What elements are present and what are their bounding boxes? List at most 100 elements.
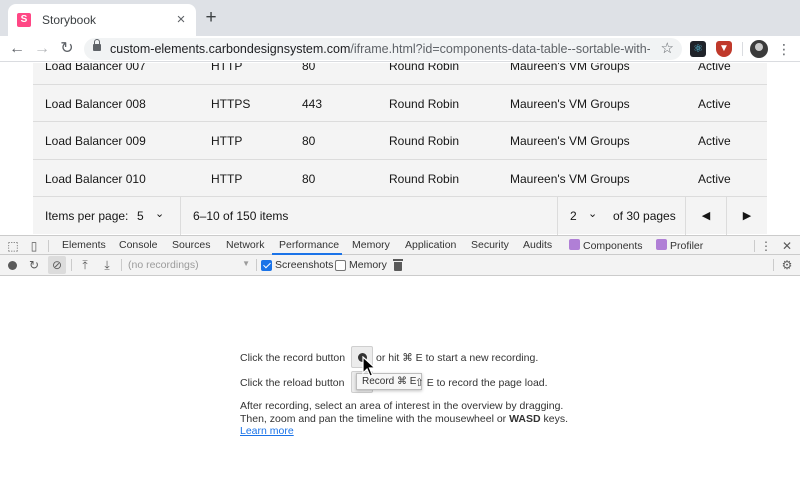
tab-elements[interactable]: Elements	[62, 239, 106, 251]
items-range-text: 6–10 of 150 items	[193, 209, 289, 223]
data-table: Load Balancer 007 HTTP 80 Round Robin Ma…	[33, 63, 767, 197]
tab-components[interactable]: Components	[569, 239, 643, 252]
cell-rule: Round Robin	[389, 171, 460, 186]
download-profile-icon[interactable]: ⤓	[100, 258, 114, 272]
upload-profile-icon[interactable]: ⤒	[78, 258, 92, 272]
address-bar[interactable]: custom-elements.carbondesignsystem.com/i…	[84, 38, 682, 60]
react-icon	[656, 239, 667, 250]
tab-title: Storybook	[42, 13, 97, 27]
cell-attached-groups: Maureen's VM Groups	[510, 171, 630, 186]
toolbar-divider	[742, 42, 743, 56]
recordings-select[interactable]: (no recordings) ▼	[128, 259, 250, 271]
performance-toolbar: ↻ ⊘ ⤒ ⤓ (no recordings) ▼ Screenshots Me…	[0, 255, 800, 276]
cell-rule: Round Robin	[389, 134, 460, 148]
cell-protocol: HTTPS	[211, 96, 251, 111]
bookmark-star-icon[interactable]: ☆	[661, 39, 674, 57]
close-tab-icon[interactable]: ×	[172, 11, 190, 29]
table-row[interactable]: Load Balancer 009 HTTP 80 Round Robin Ma…	[33, 122, 767, 160]
next-page-button[interactable]: ▶	[727, 197, 767, 235]
cell-port: 443	[302, 96, 323, 111]
tab-network[interactable]: Network	[226, 239, 265, 251]
cell-port: 80	[302, 63, 316, 73]
clear-icon[interactable]: ⊘	[50, 258, 64, 272]
toolbar-divider	[71, 259, 72, 271]
page-size-select[interactable]: 5	[137, 209, 144, 223]
cell-protocol: HTTP	[211, 134, 243, 148]
chevron-down-icon[interactable]: ⌄	[155, 207, 164, 220]
tab-memory[interactable]: Memory	[352, 239, 390, 251]
tabbar-divider	[754, 240, 755, 252]
shield-extension-icon[interactable]: ▼	[716, 41, 732, 57]
screenshots-label[interactable]: Screenshots	[275, 259, 333, 271]
total-pages-text: of 30 pages	[613, 209, 676, 223]
forward-icon[interactable]: →	[32, 39, 52, 59]
page-number-select[interactable]: 2	[570, 209, 577, 223]
back-icon[interactable]: ←	[7, 39, 27, 59]
tab-profiler[interactable]: Profiler	[656, 239, 703, 252]
tab-security[interactable]: Security	[471, 239, 509, 251]
devtools-menu-icon[interactable]: ⋮	[759, 239, 773, 253]
gear-icon[interactable]: ⚙	[780, 258, 794, 272]
items-per-page-label: Items per page:	[45, 209, 129, 223]
performance-landing-panel: Click the record button or hit ⌘ E to st…	[0, 277, 800, 500]
toolbar-divider	[256, 259, 257, 271]
after-recording-line-1: After recording, select an area of inter…	[240, 400, 564, 412]
profile-avatar[interactable]	[750, 40, 768, 58]
tab-application[interactable]: Application	[405, 239, 456, 251]
lock-icon	[93, 39, 101, 51]
reload-icon[interactable]: ↻	[57, 39, 77, 59]
cell-rule: Round Robin	[389, 96, 460, 111]
reload-record-icon[interactable]: ↻	[27, 258, 41, 272]
tab-performance[interactable]: Performance	[279, 239, 339, 251]
mouse-cursor-icon	[362, 356, 376, 377]
react-devtools-extension-icon[interactable]: ⚛	[690, 41, 706, 57]
memory-label[interactable]: Memory	[349, 259, 387, 271]
browser-menu-icon[interactable]: ⋮	[777, 39, 791, 59]
record-instruction: Click the record button	[240, 352, 345, 364]
cell-name: Load Balancer 009	[45, 134, 146, 148]
chevron-down-icon[interactable]: ⌄	[588, 207, 597, 220]
cell-name: Load Balancer 008	[45, 96, 146, 111]
close-devtools-icon[interactable]: ✕	[780, 239, 794, 253]
new-tab-icon[interactable]: +	[202, 8, 220, 27]
browser-tab[interactable]: S Storybook ×	[8, 4, 196, 36]
cell-attached-groups: Maureen's VM Groups	[510, 96, 630, 111]
record-button[interactable]	[8, 261, 17, 270]
table-row[interactable]: Load Balancer 007 HTTP 80 Round Robin Ma…	[33, 63, 767, 85]
tabbar-divider	[48, 240, 49, 252]
cell-name: Load Balancer 007	[45, 63, 146, 73]
cell-rule: Round Robin	[389, 63, 460, 73]
table-row[interactable]: Load Balancer 008 HTTPS 443 Round Robin …	[33, 84, 767, 122]
trash-icon[interactable]	[393, 259, 403, 271]
browser-tabstrip: S Storybook × +	[0, 0, 800, 36]
toolbar-divider	[121, 259, 122, 271]
learn-more-link[interactable]: Learn more	[240, 425, 294, 437]
table-row[interactable]: Load Balancer 010 HTTP 80 Round Robin Ma…	[33, 159, 767, 197]
device-toolbar-icon[interactable]: ▯	[27, 239, 41, 253]
wasd-keys: WASD	[509, 413, 541, 425]
url-host: custom-elements.carbondesignsystem.com	[110, 42, 351, 56]
toolbar-divider	[773, 259, 774, 271]
record-instruction-prefix: Click the record button	[240, 352, 346, 364]
tab-components-label: Components	[583, 240, 643, 252]
cell-status: Active	[698, 96, 731, 111]
after-recording-keys-suffix: keys.	[543, 413, 569, 425]
screenshots-checkbox[interactable]	[261, 260, 272, 271]
pagination-divider	[180, 197, 181, 235]
cell-port: 80	[302, 171, 316, 186]
reload-instruction-prefix: Click the reload button	[240, 377, 345, 389]
url-text[interactable]: custom-elements.carbondesignsystem.com/i…	[110, 42, 650, 56]
tab-sources[interactable]: Sources	[172, 239, 211, 251]
dropdown-arrow-icon: ▼	[242, 259, 250, 268]
inspect-element-icon[interactable]: ⬚	[6, 239, 20, 253]
tab-console[interactable]: Console	[119, 239, 158, 251]
cell-status: Active	[698, 63, 731, 73]
tab-audits[interactable]: Audits	[523, 239, 552, 251]
url-path: /iframe.html?id=components-data-table--s…	[350, 42, 650, 56]
cell-protocol: HTTP	[211, 171, 243, 186]
recordings-select-value: (no recordings)	[128, 259, 199, 271]
cell-attached-groups: Maureen's VM Groups	[510, 63, 630, 73]
previous-page-button[interactable]: ◀	[686, 197, 726, 235]
tab-profiler-label: Profiler	[670, 240, 704, 252]
memory-checkbox[interactable]	[335, 260, 346, 271]
